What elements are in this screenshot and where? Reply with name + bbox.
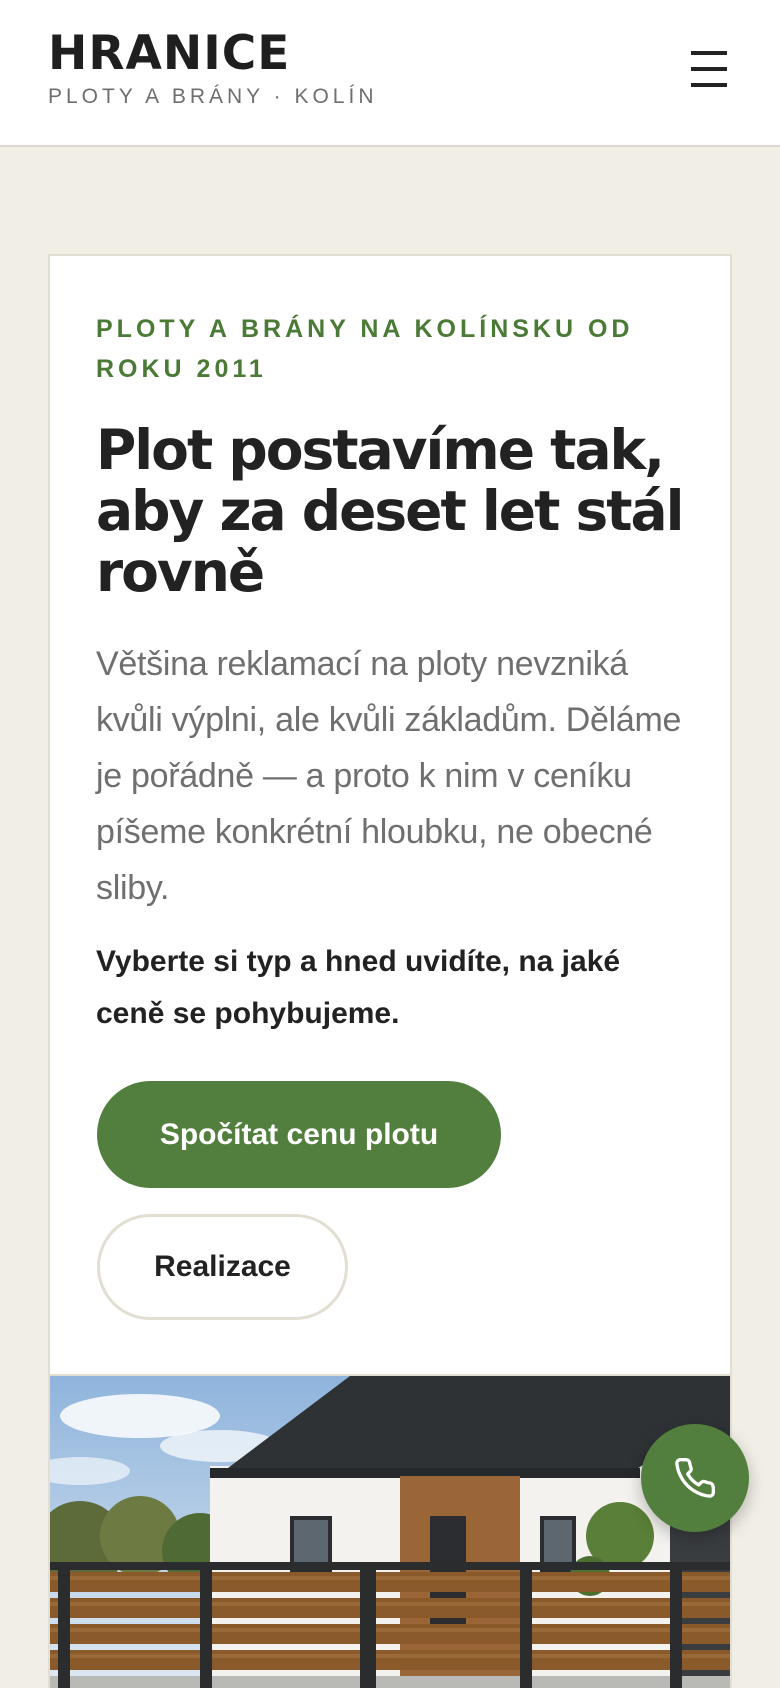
menu-bar-bottom: [691, 83, 727, 87]
logo-subtitle: PLOTY A BRÁNY · KOLÍN: [48, 85, 378, 108]
hero-note: Vyberte si typ a hned uvidíte, na jaké c…: [96, 945, 621, 1030]
phone-call-button[interactable]: [641, 1424, 749, 1532]
projects-button[interactable]: Realizace: [97, 1214, 348, 1320]
hero-lead: Většina reklamací na ploty nevzniká kvůl…: [96, 645, 682, 907]
hero-eyebrow: PLOTY A BRÁNY NA KOLÍNSKU OD ROKU 2011: [96, 315, 634, 383]
logo-title[interactable]: HRANICE: [48, 30, 290, 77]
phone-icon: [675, 1458, 715, 1498]
site-header: HRANICE PLOTY A BRÁNY · KOLÍN: [0, 0, 780, 147]
hero-title: Plot postavíme tak, aby za deset let stá…: [96, 418, 685, 604]
hamburger-menu-icon[interactable]: [688, 48, 730, 92]
calculate-price-button[interactable]: Spočítat cenu plotu: [97, 1081, 501, 1188]
house-with-wooden-fence-image: [48, 1376, 732, 1688]
menu-bar-middle: [691, 67, 727, 71]
menu-bar-top: [691, 51, 727, 55]
